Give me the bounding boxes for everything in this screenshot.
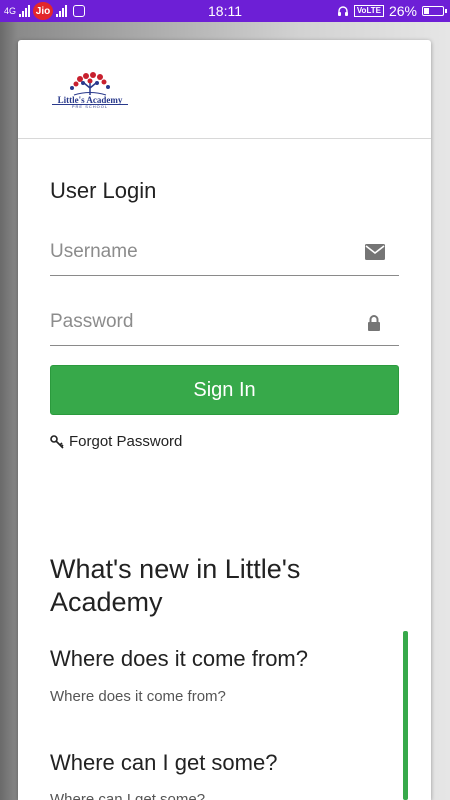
key-icon (50, 434, 64, 449)
battery-fill (424, 8, 430, 14)
card-header: Little's Academy PRE SCHOOL (18, 40, 431, 139)
password-input[interactable] (50, 302, 350, 342)
logo-tree-icon (70, 72, 110, 96)
lock-icon (368, 315, 380, 331)
status-right: VoLTE 26% (337, 2, 447, 20)
volte-badge: VoLTE (353, 5, 384, 17)
news-item-title[interactable]: Where does it come from? (50, 646, 308, 672)
password-field (50, 302, 399, 346)
battery-percent: 26% (388, 3, 417, 19)
battery-charging-icon (422, 6, 447, 16)
school-logo: Little's Academy PRE SCHOOL (50, 71, 130, 109)
envelope-icon (365, 244, 385, 260)
username-input[interactable] (50, 232, 350, 272)
news-section-title: What's new in Little's Academy (50, 554, 301, 617)
login-title: User Login (50, 178, 157, 203)
headset-icon (337, 6, 348, 16)
news-item-body: Where does it come from? (50, 688, 226, 705)
status-bar: 4G Jio 18:11 VoLTE 26% (0, 0, 450, 22)
sign-in-button[interactable]: Sign In (50, 365, 399, 415)
logo-subtext: PRE SCHOOL (71, 104, 109, 109)
login-card: Little's Academy PRE SCHOOL User Login S… (18, 40, 431, 800)
scroll-indicator[interactable] (403, 631, 408, 800)
news-item-body: Where can I get some? (50, 791, 206, 800)
username-field (50, 232, 399, 276)
forgot-password-link[interactable]: Forgot Password (50, 433, 182, 450)
forgot-password-label: Forgot Password (69, 433, 183, 450)
news-item-title[interactable]: Where can I get some? (50, 750, 277, 776)
